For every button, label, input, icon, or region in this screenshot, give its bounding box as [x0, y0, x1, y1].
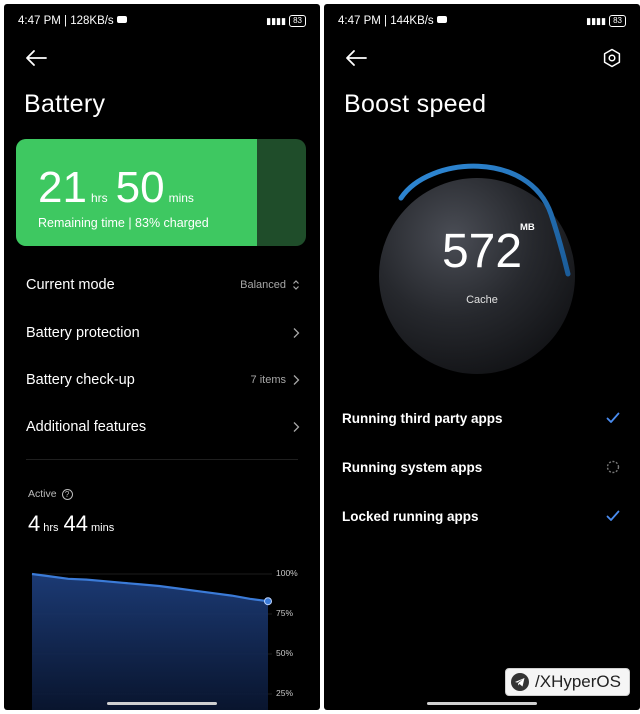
status-time-speed: 4:47 PM | 144KB/s: [338, 15, 434, 27]
chevron-right-icon: [293, 328, 300, 338]
chart-svg: [31, 572, 272, 710]
page-title: Battery: [24, 90, 106, 118]
row-label: Additional features: [26, 419, 147, 435]
option-label: Running third party apps: [342, 410, 503, 426]
battery-usage-chart: 100% 75% 50% 25%: [4, 559, 320, 710]
battery-icon: 83: [289, 15, 306, 27]
battery-screen: 4:47 PM | 128KB/s ▮▮▮▮ 83 Battery 21 hrs 5…: [4, 4, 320, 710]
chevron-right-icon: [293, 422, 300, 432]
help-icon[interactable]: ?: [61, 488, 73, 500]
option-locked-apps[interactable]: Locked running apps: [342, 505, 620, 527]
watermark: /XHyperOS: [505, 668, 630, 696]
cache-unit: MB: [520, 222, 535, 233]
row-label: Battery protection: [26, 325, 140, 341]
y-tick-label: 25%: [276, 688, 294, 698]
option-third-party-apps[interactable]: Running third party apps: [342, 407, 620, 429]
back-arrow-icon[interactable]: [24, 48, 48, 68]
battery-icon: 83: [609, 15, 626, 27]
row-additional-features[interactable]: Additional features: [26, 415, 300, 439]
battery-remaining-card[interactable]: 21 hrs 50 mins Remaining time | 83% charged: [16, 139, 306, 246]
status-bar: 4:47 PM | 144KB/s ▮▮▮▮ 83: [338, 15, 626, 31]
option-label: Running system apps: [342, 459, 483, 475]
row-label: Battery check-up: [26, 372, 135, 388]
boost-speed-screen: 4:47 PM | 144KB/s ▮▮▮▮ 83 Boost speed 57…: [324, 4, 640, 710]
youtube-icon: [436, 16, 447, 24]
active-mins-unit: mins: [91, 522, 115, 534]
y-tick-label: 50%: [276, 648, 294, 658]
row-value: 7 items: [250, 374, 286, 386]
loading-spinner-icon: [606, 460, 620, 474]
divider: [26, 459, 298, 460]
remaining-subtitle: Remaining time | 83% charged: [38, 216, 209, 230]
y-tick-label: 75%: [276, 608, 294, 618]
row-battery-protection[interactable]: Battery protection: [26, 321, 300, 345]
row-value: Balanced: [240, 279, 286, 291]
chart-area: [32, 574, 268, 710]
status-time-speed: 4:47 PM | 128KB/s: [18, 15, 114, 27]
active-hours-unit: hrs: [43, 522, 59, 534]
checkmark-icon[interactable]: [606, 510, 620, 522]
active-time: 4 hrs 44 mins: [28, 511, 119, 537]
cache-value: 572: [441, 225, 523, 278]
home-indicator[interactable]: [427, 702, 537, 705]
row-current-mode[interactable]: Current mode Balanced: [26, 273, 300, 297]
chevron-right-icon: [293, 375, 300, 385]
remaining-mins: 50: [115, 163, 165, 212]
row-battery-checkup[interactable]: Battery check-up 7 items: [26, 368, 300, 392]
option-system-apps[interactable]: Running system apps: [342, 456, 620, 478]
updown-chevron-icon: [293, 280, 299, 290]
back-arrow-icon[interactable]: [344, 48, 368, 68]
row-label: Current mode: [26, 277, 115, 293]
signal-icon: ▮▮▮▮: [586, 15, 607, 26]
settings-gear-icon[interactable]: [602, 48, 622, 68]
status-bar: 4:47 PM | 128KB/s ▮▮▮▮ 83: [18, 15, 306, 31]
remaining-time: 21 hrs 50 mins: [38, 163, 202, 213]
telegram-icon: [511, 673, 530, 691]
page-title: Boost speed: [344, 90, 487, 118]
watermark-text: /XHyperOS: [535, 672, 621, 691]
remaining-hours: 21: [38, 163, 87, 212]
signal-icon: ▮▮▮▮: [266, 15, 287, 26]
youtube-icon: [116, 16, 127, 24]
option-label: Locked running apps: [342, 508, 479, 524]
home-indicator[interactable]: [107, 702, 217, 705]
checkmark-icon[interactable]: [606, 412, 620, 424]
y-tick-label: 100%: [276, 568, 298, 578]
cache-label: Cache: [466, 294, 498, 306]
mins-unit: mins: [168, 191, 194, 205]
chart-current-point: [264, 597, 272, 606]
active-label: Active ?: [28, 488, 73, 500]
hours-unit: hrs: [90, 191, 108, 205]
active-mins: 44: [63, 511, 89, 536]
active-hours: 4: [28, 511, 41, 536]
